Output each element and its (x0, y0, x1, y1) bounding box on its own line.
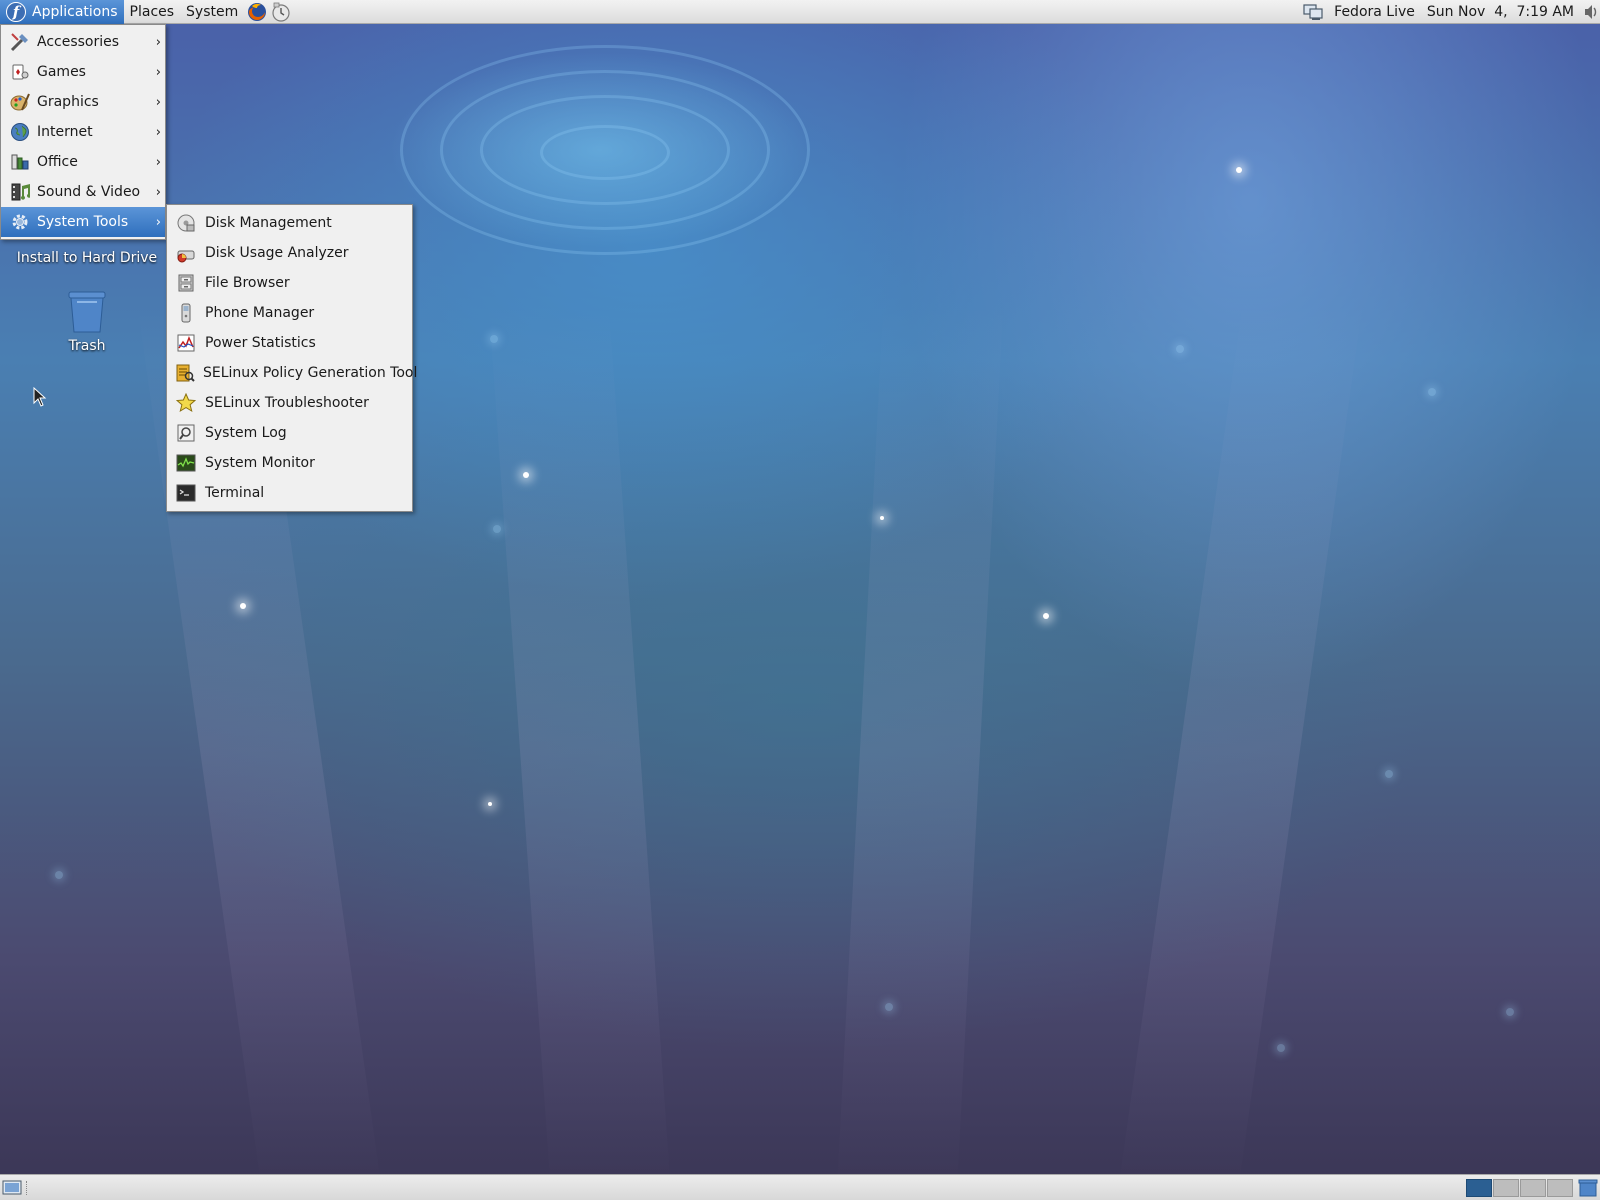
volume-icon[interactable] (1582, 1, 1600, 23)
submenu-item-label: SELinux Policy Generation Tool (203, 365, 418, 381)
menu-item-label: Graphics (37, 94, 99, 110)
menu-item-games[interactable]: Games › (1, 57, 165, 87)
submenu-item-system-log[interactable]: System Log (167, 418, 412, 448)
terminal-icon (175, 482, 197, 504)
submenu-item-label: File Browser (205, 275, 290, 291)
workspace-2[interactable] (1493, 1179, 1519, 1197)
submenu-item-selinux-policy-tool[interactable]: SELinux Policy Generation Tool (167, 358, 417, 388)
sound-video-icon (9, 181, 31, 203)
submenu-item-label: System Monitor (205, 455, 315, 471)
star-icon (175, 392, 197, 414)
menu-item-graphics[interactable]: Graphics › (1, 87, 165, 117)
chevron-right-icon: › (155, 124, 161, 140)
system-log-icon (175, 422, 197, 444)
desktop-icon-label: Trash (68, 338, 106, 354)
submenu-item-power-statistics[interactable]: Power Statistics (167, 328, 412, 358)
desktop-icon-label: Install to Hard Drive (16, 250, 158, 266)
workspace-4[interactable] (1547, 1179, 1573, 1197)
chevron-right-icon: › (155, 34, 161, 50)
mouse-cursor-icon (33, 386, 47, 411)
places-menu-button[interactable]: Places (124, 0, 181, 24)
applications-menu-button[interactable]: f Applications (0, 0, 124, 24)
show-desktop-button[interactable] (2, 1178, 22, 1198)
submenu-item-terminal[interactable]: Terminal (167, 478, 412, 508)
file-browser-icon (175, 272, 197, 294)
games-icon (9, 61, 31, 83)
disk-usage-icon (175, 242, 197, 264)
places-menu-label: Places (129, 3, 175, 20)
submenu-item-file-browser[interactable]: File Browser (167, 268, 412, 298)
menu-item-label: Accessories (37, 34, 120, 50)
phone-icon (175, 302, 197, 324)
menu-item-label: Games (37, 64, 86, 80)
submenu-item-selinux-troubleshooter[interactable]: SELinux Troubleshooter (167, 388, 412, 418)
chevron-right-icon: › (155, 184, 161, 200)
clock[interactable]: Sun Nov 4, 7:19 AM (1421, 4, 1580, 20)
submenu-item-label: SELinux Troubleshooter (205, 395, 369, 411)
applications-menu: Accessories › Games › Graphics › Interne… (0, 24, 166, 240)
submenu-item-system-monitor[interactable]: System Monitor (167, 448, 412, 478)
power-statistics-icon (175, 332, 197, 354)
menu-item-label: Sound & Video (37, 184, 141, 200)
submenu-item-phone-manager[interactable]: Phone Manager (167, 298, 412, 328)
desktop-wallpaper (0, 0, 1600, 1200)
chevron-right-icon: › (155, 214, 161, 230)
chevron-right-icon: › (155, 64, 161, 80)
firefox-icon[interactable] (246, 1, 268, 23)
submenu-item-label: Power Statistics (205, 335, 316, 351)
internet-icon (9, 121, 31, 143)
user-label[interactable]: Fedora Live (1328, 4, 1421, 20)
system-tools-icon (9, 211, 31, 233)
system-monitor-icon (175, 452, 197, 474)
menu-item-label: Internet (37, 124, 93, 140)
menu-item-office[interactable]: Office › (1, 147, 165, 177)
top-panel: f Applications Places System Fedora Live (0, 0, 1600, 24)
applications-menu-label: Applications (32, 3, 118, 20)
submenu-item-label: Disk Management (205, 215, 332, 231)
evolution-mail-icon[interactable] (270, 1, 292, 23)
menu-item-internet[interactable]: Internet › (1, 117, 165, 147)
chevron-right-icon: › (155, 94, 161, 110)
trash-icon (65, 290, 109, 334)
selinux-policy-icon (175, 362, 195, 384)
system-menu-label: System (186, 3, 239, 20)
submenu-item-disk-usage-analyzer[interactable]: Disk Usage Analyzer (167, 238, 412, 268)
disk-management-icon (175, 212, 197, 234)
system-menu-button[interactable]: System (180, 0, 244, 24)
trash-applet-icon[interactable] (1578, 1178, 1598, 1198)
bottom-panel (0, 1174, 1600, 1200)
menu-item-sound-video[interactable]: Sound & Video › (1, 177, 165, 207)
menu-item-label: Office (37, 154, 78, 170)
submenu-item-label: System Log (205, 425, 287, 441)
workspace-1[interactable] (1466, 1179, 1492, 1197)
submenu-item-disk-management[interactable]: Disk Management (167, 208, 412, 238)
menu-item-label: System Tools (37, 214, 129, 230)
office-icon (9, 151, 31, 173)
network-icon[interactable] (1302, 1, 1324, 23)
desktop-icon-trash[interactable]: Trash (12, 290, 162, 354)
submenu-item-label: Disk Usage Analyzer (205, 245, 349, 261)
submenu-item-label: Phone Manager (205, 305, 315, 321)
accessories-icon (9, 31, 31, 53)
graphics-icon (9, 91, 31, 113)
system-tools-submenu: Disk Management Disk Usage Analyzer File… (166, 204, 417, 512)
menu-item-system-tools[interactable]: System Tools › (1, 207, 165, 237)
submenu-item-label: Terminal (205, 485, 265, 501)
chevron-right-icon: › (155, 154, 161, 170)
workspace-3[interactable] (1520, 1179, 1546, 1197)
menu-item-accessories[interactable]: Accessories › (1, 27, 165, 57)
fedora-logo-icon: f (6, 1, 26, 22)
panel-handle[interactable] (26, 1181, 29, 1195)
